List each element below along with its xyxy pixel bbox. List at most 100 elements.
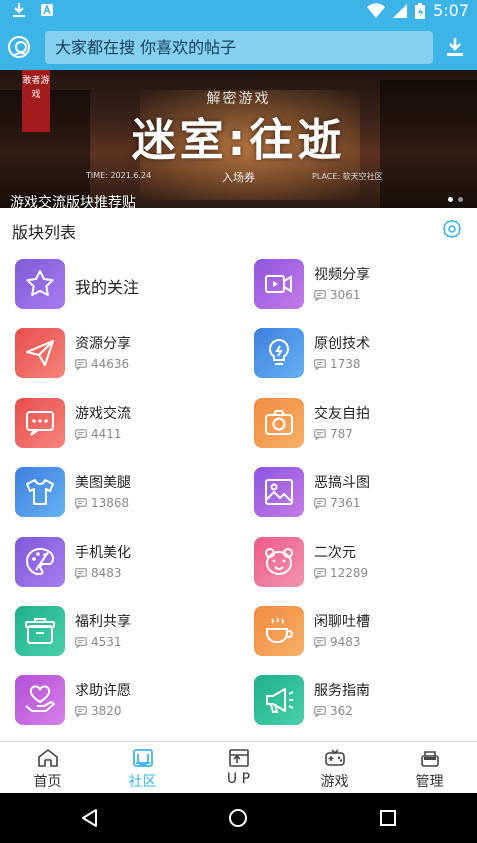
nav-games[interactable]: 游戏 (287, 742, 382, 794)
back-icon[interactable] (80, 808, 100, 828)
download-notification-icon (13, 3, 25, 17)
board-name: 原创技术 (314, 336, 370, 352)
status-time: 5:07 (433, 1, 469, 20)
board-item[interactable]: 我的关注 (15, 259, 215, 311)
gamepad-icon (325, 749, 345, 766)
board-name: 交友自拍 (314, 406, 370, 422)
nav-up-label: U P (226, 771, 251, 787)
nav-home-label: 首页 (33, 774, 62, 790)
palette-icon (15, 537, 65, 587)
comment-icon (314, 497, 326, 509)
post-count-value: 3061 (330, 288, 361, 302)
post-count-value: 4411 (91, 427, 122, 441)
bear-icon (254, 537, 304, 587)
board-item[interactable]: 手机美化 8483 (15, 537, 215, 589)
board-name: 游戏交流 (75, 406, 131, 422)
system-navigation-bar (0, 793, 477, 843)
coffee-icon (254, 606, 304, 656)
comment-icon (314, 705, 326, 717)
post-count: 44636 (75, 357, 129, 371)
board-item[interactable]: 原创技术 1738 (254, 328, 454, 380)
post-count-value: 4531 (91, 635, 122, 649)
app-notification-icon (41, 3, 53, 16)
post-count-value: 362 (330, 704, 353, 718)
board-item[interactable]: 资源分享 44636 (15, 328, 215, 380)
camera-icon (254, 398, 304, 448)
post-count-value: 3820 (91, 704, 122, 718)
download-icon[interactable] (446, 37, 464, 57)
post-count: 787 (314, 427, 353, 441)
featured-banner[interactable]: 敢者游戏 解密游戏 迷室:往逝 TIME: 2021.6.24 入场券 PLAC… (0, 70, 477, 208)
community-icon (133, 749, 153, 767)
nav-community-label: 社区 (128, 774, 157, 790)
board-item[interactable]: 视频分享 3061 (254, 259, 454, 311)
battery-icon (415, 2, 426, 19)
section-title: 版块列表 (12, 223, 77, 242)
comment-icon (75, 705, 87, 717)
board-item[interactable]: 闲聊吐槽 9483 (254, 606, 454, 658)
comment-icon (314, 428, 326, 440)
post-count: 8483 (75, 566, 122, 580)
tshirt-icon (15, 467, 65, 517)
board-item[interactable]: 服务指南 362 (254, 675, 454, 727)
nav-home[interactable]: 首页 (0, 742, 95, 794)
post-count-value: 8483 (91, 566, 122, 580)
home-icon (38, 749, 58, 767)
search-input[interactable]: 大家都在搜 你喜欢的帖子 (45, 31, 433, 64)
banner-ticket: 入场券 (222, 171, 255, 184)
board-name: 视频分享 (314, 267, 370, 283)
comment-icon (314, 358, 326, 370)
comment-icon (75, 358, 87, 370)
wifi-icon (367, 2, 386, 18)
comment-icon (75, 428, 87, 440)
banner-title: 迷室:往逝 (131, 115, 346, 166)
megaphone-icon (254, 675, 304, 725)
post-count-value: 12289 (330, 566, 369, 580)
up-icon (229, 749, 249, 767)
post-count-value: 9483 (330, 635, 361, 649)
board-item[interactable]: 福利共享 4531 (15, 606, 215, 658)
board-name: 资源分享 (75, 336, 131, 352)
board-item[interactable]: 游戏交流 4411 (15, 398, 215, 450)
nav-up[interactable]: U P (191, 742, 286, 794)
recents-icon[interactable] (378, 808, 398, 828)
post-count: 4531 (75, 635, 122, 649)
post-count-value: 787 (330, 427, 353, 441)
star-icon (15, 259, 65, 309)
board-name: 福利共享 (75, 614, 131, 630)
board-item[interactable]: 交友自拍 787 (254, 398, 454, 450)
manage-icon (421, 751, 439, 767)
board-name: 二次元 (314, 545, 356, 561)
video-icon (254, 259, 304, 309)
board-item[interactable]: 美图美腿 13868 (15, 467, 215, 519)
banner-pager-dots (448, 197, 463, 202)
post-count: 7361 (314, 496, 361, 510)
comment-icon (314, 567, 326, 579)
banner-dot (458, 197, 463, 202)
nav-manage[interactable]: 管理 (382, 742, 477, 794)
bottom-nav: 首页 社区 U P 游戏 管理 (0, 741, 477, 793)
post-count-value: 1738 (330, 357, 361, 371)
comment-icon (75, 636, 87, 648)
comment-icon (314, 636, 326, 648)
post-count-value: 7361 (330, 496, 361, 510)
post-count: 12289 (314, 566, 368, 580)
post-count: 3061 (314, 288, 361, 302)
home-circle-icon[interactable] (228, 808, 248, 828)
post-count: 1738 (314, 357, 361, 371)
board-name: 恶搞斗图 (314, 475, 370, 491)
gear-icon[interactable] (442, 219, 462, 239)
board-item[interactable]: 恶搞斗图 7361 (254, 467, 454, 519)
user-avatar-icon[interactable] (8, 36, 30, 58)
post-count: 362 (314, 704, 353, 718)
paper-plane-icon (15, 328, 65, 378)
post-count-value: 44636 (91, 357, 130, 371)
nav-manage-label: 管理 (415, 774, 444, 790)
board-name: 求助许愿 (75, 683, 131, 699)
app-header: 大家都在搜 你喜欢的帖子 (0, 22, 477, 70)
board-name: 服务指南 (314, 683, 370, 699)
nav-community[interactable]: 社区 (95, 742, 190, 794)
comment-icon (75, 497, 87, 509)
board-item[interactable]: 求助许愿 3820 (15, 675, 215, 727)
board-item[interactable]: 二次元 12289 (254, 537, 454, 589)
